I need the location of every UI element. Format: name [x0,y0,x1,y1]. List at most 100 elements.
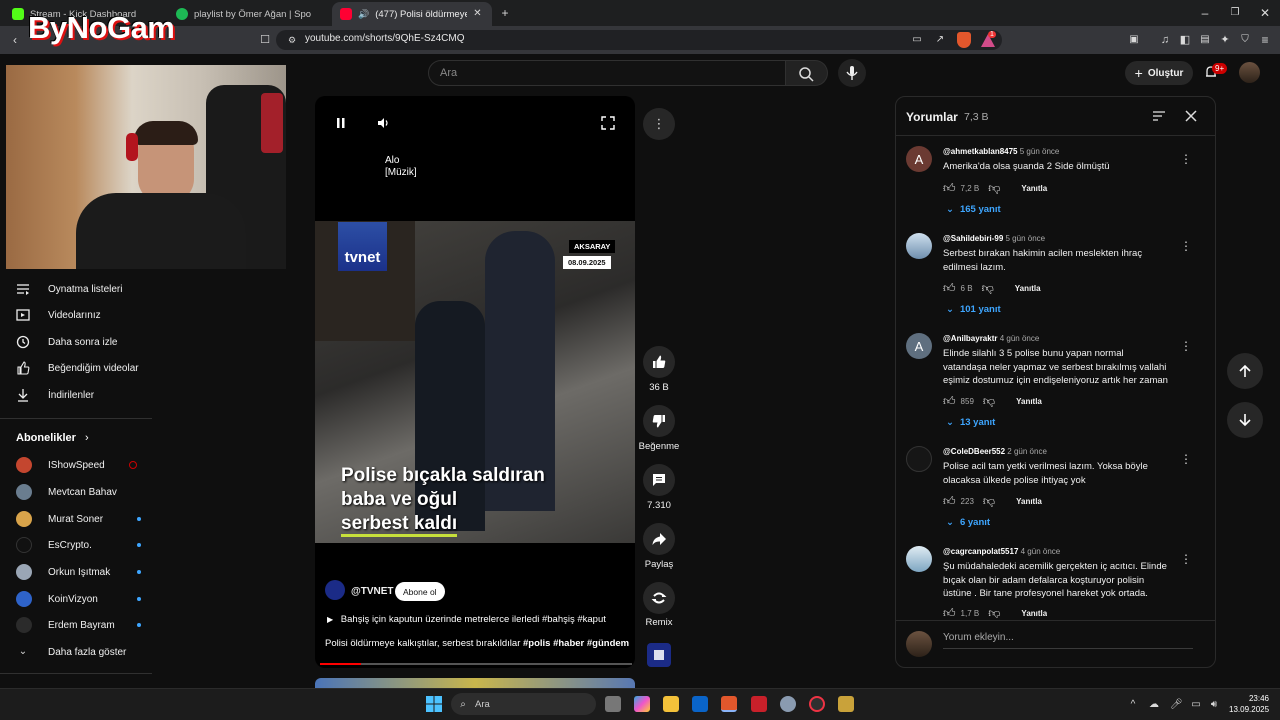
like-button[interactable] [643,346,675,378]
more-options-button[interactable]: ⋮ [643,108,675,140]
comment-avatar[interactable]: A [906,333,932,359]
wallet-icon[interactable]: ▤ [1198,33,1212,47]
volume-button[interactable] [376,116,390,130]
file-explorer-icon[interactable] [663,696,679,712]
onedrive-icon[interactable]: ☁ [1148,698,1160,712]
streaming-app-icon[interactable] [751,696,767,712]
subscription-erdem-bayram[interactable]: Erdem Bayram [16,616,141,634]
taskbar-clock[interactable]: 23:46 13.09.2025 [1229,693,1269,715]
show-replies-button[interactable]: ⌄ 6 yanıt [946,517,990,528]
tray-expand-icon[interactable]: ^ [1127,698,1139,712]
microphone-icon[interactable]: 🎤︎ [1170,698,1183,712]
comment-menu-icon[interactable]: ⋮ [1180,153,1192,165]
thumb-up-icon[interactable]: 👍︎ [943,608,956,618]
sidebar-item-downloads[interactable]: İndirilenler [16,385,146,405]
thumb-up-icon[interactable]: 👍︎ [943,494,956,508]
reply-button[interactable]: Yanıtla [1016,497,1042,506]
outlook-icon[interactable] [692,696,708,712]
volume-icon[interactable]: 🔊︎ [1208,698,1220,712]
settings-gear-icon[interactable] [780,696,796,712]
back-icon[interactable]: ‹ [8,33,22,47]
channel-avatar[interactable] [325,580,345,600]
task-view-icon[interactable] [605,696,621,712]
close-comments-button[interactable] [1184,109,1198,123]
thumb-up-icon[interactable]: 👍︎ [943,181,956,195]
show-replies-button[interactable]: ⌄ 101 yanıt [946,304,1001,315]
pause-button[interactable] [335,116,347,130]
share-button[interactable] [643,523,675,555]
account-avatar[interactable] [1239,62,1260,83]
video-progress-bar[interactable] [320,663,632,665]
subscription-mevtcan-bahav[interactable]: Mevtcan Bahav [16,483,141,501]
comment-menu-icon[interactable]: ⋮ [1180,340,1192,352]
brave-taskbar-icon[interactable] [721,696,737,712]
thumb-down-icon[interactable]: 👎︎ [988,181,1000,195]
comment-author[interactable]: @cagrcanpolat5517 4 gün önce [943,547,1060,556]
reply-button[interactable]: Yanıtla [1016,397,1042,406]
subscribe-button[interactable]: Abone ol [395,582,445,601]
network-icon[interactable]: ▭ [1190,698,1202,712]
subscription-koinvizyon[interactable]: KoinVizyon [16,590,141,608]
next-short-button[interactable] [1227,402,1263,438]
leo-ai-icon[interactable]: ✦ [1218,33,1232,47]
league-icon[interactable] [838,696,854,712]
voice-search-button[interactable] [838,59,866,87]
maximize-icon[interactable]: ❐ [1228,6,1242,20]
search-input[interactable] [428,60,786,86]
minimize-icon[interactable]: – [1198,6,1212,20]
url-text[interactable]: youtube.com/shorts/9QhE-Sz4CMQ [305,33,465,44]
sidebar-item-your-videos[interactable]: Videolarınız [16,305,146,325]
sort-comments-button[interactable] [1152,109,1166,123]
site-info-icon[interactable]: ⚙ [286,33,298,47]
add-comment-input[interactable]: Yorum ekleyin... [943,632,1014,643]
browser-menu-icon[interactable]: ≡ [1258,33,1272,47]
comment-author[interactable]: @ahmetkablan8475 5 gün önce [943,147,1059,156]
new-tab-icon[interactable]: + [498,6,512,20]
reply-button[interactable]: Yanıtla [1015,284,1041,293]
thumb-down-icon[interactable]: 👎︎ [982,281,994,295]
thumb-down-icon[interactable]: 👎︎ [983,394,995,408]
sound-source-avatar[interactable] [647,643,671,667]
dislike-button[interactable] [643,405,675,437]
comment-menu-icon[interactable]: ⋮ [1180,453,1192,465]
obs-icon[interactable] [809,696,825,712]
subscriptions-heading[interactable]: Abonelikler › [16,432,89,444]
sidebar-item-playlists[interactable]: Oynatma listeleri [16,279,146,299]
create-button[interactable]: + Oluştur [1125,61,1193,85]
share-page-icon[interactable]: ↗ [933,33,947,47]
comment-author[interactable]: @Sahildebiri-99 5 gün önce [943,234,1045,243]
previous-short-button[interactable] [1227,353,1263,389]
reply-button[interactable]: Yanıtla [1021,184,1047,193]
search-button[interactable] [786,60,828,86]
thumb-up-icon[interactable]: 👍︎ [943,281,956,295]
subscription-murat-soner[interactable]: Murat Soner [16,510,141,528]
window-close-icon[interactable]: ✕ [1258,6,1272,20]
subscription-escrypto[interactable]: EsCrypto. [16,536,141,554]
tab-youtube[interactable]: 🔊 (477) Polisi öldürmeye kalkıştı ✕ [332,2,492,26]
fullscreen-button[interactable] [601,116,615,130]
subscription-orkun-isitmak[interactable]: Orkun Işıtmak [16,563,141,581]
thumb-up-icon[interactable]: 👍︎ [943,394,956,408]
cast-icon[interactable]: ▭ [910,33,924,47]
split-view-icon[interactable]: ◧ [1178,33,1192,47]
video-description[interactable]: Polisi öldürmeye kalkıştılar, serbest bı… [325,638,629,649]
remix-button[interactable] [643,582,675,614]
channel-name[interactable]: @TVNET [351,586,394,597]
show-more-button[interactable]: ⌄ Daha fazla göster [16,642,146,662]
bookmark-icon[interactable]: ☐ [258,33,272,47]
comment-avatar[interactable] [906,546,932,572]
thumb-down-icon[interactable]: 👎︎ [983,494,995,508]
comment-menu-icon[interactable]: ⋮ [1180,553,1192,565]
comment-author[interactable]: @ColeDBeer552 2 gün önce [943,447,1047,456]
video-title[interactable]: ▶ Bahşiş için kaputun üzerinde metrelerc… [327,614,606,625]
tab-close-icon[interactable]: ✕ [473,7,481,21]
show-replies-button[interactable]: ⌄ 165 yanıt [946,204,1001,215]
vpn-icon[interactable]: ⛉ [1238,33,1252,47]
brave-shield-icon[interactable] [957,32,971,48]
comment-author[interactable]: @Anilbayraktr 4 gün önce [943,334,1039,343]
comment-avatar[interactable] [906,233,932,259]
comment-menu-icon[interactable]: ⋮ [1180,240,1192,252]
comments-button[interactable] [643,464,675,496]
sidebar-item-watch-later[interactable]: Daha sonra izle [16,332,146,352]
taskbar-search[interactable] [451,693,596,715]
